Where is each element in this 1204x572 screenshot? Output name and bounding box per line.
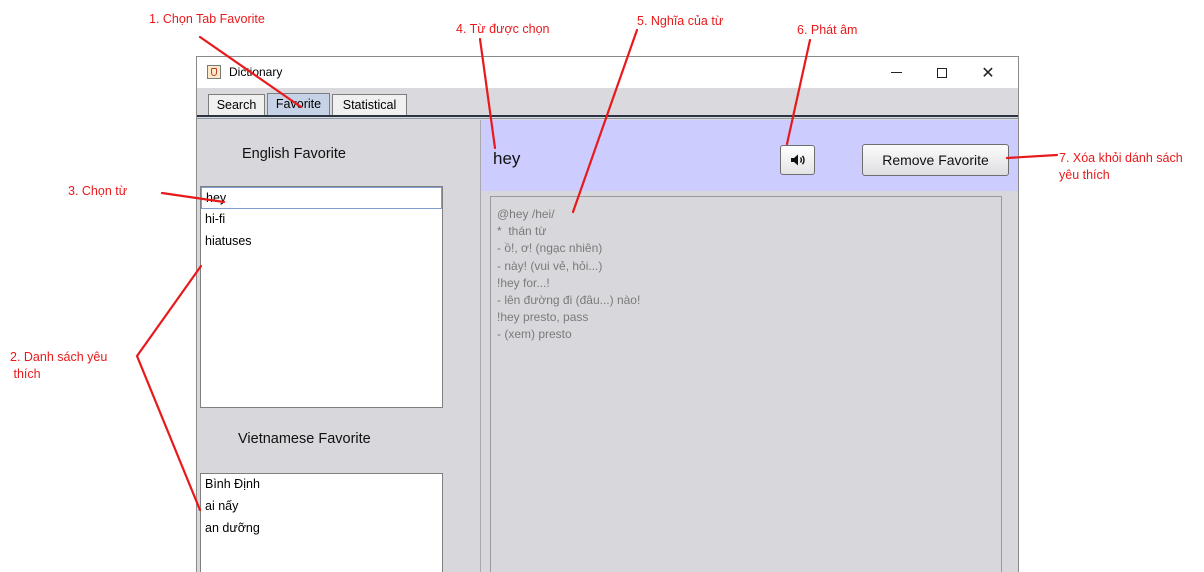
annotation-remove-favorite-line2: yêu thích	[1059, 168, 1110, 182]
annotation-selected-word: 4. Từ được chọn	[456, 22, 550, 36]
list-item[interactable]: hey	[201, 187, 442, 209]
window-title: Dictionary	[229, 65, 283, 79]
arrow-vietnamese-list	[135, 354, 202, 512]
english-favorite-list[interactable]: hey hi-fi hiatuses	[200, 186, 443, 408]
annotation-favorite-list: 2. Danh sách yêu	[10, 350, 108, 364]
arrow-english-list	[135, 264, 203, 358]
list-item[interactable]: ai nấy	[201, 496, 442, 518]
list-item[interactable]: Bình Định	[201, 474, 442, 496]
close-button[interactable]: ✕	[965, 57, 1011, 88]
list-item[interactable]: an dưỡng	[201, 518, 442, 540]
annotation-word-meaning: 5. Nghĩa của từ	[637, 14, 724, 28]
tab-search[interactable]: Search	[208, 94, 265, 115]
meaning-line: - lên đường đi (đâu...) nào!	[497, 293, 641, 308]
minimize-button[interactable]	[873, 57, 919, 88]
vietnamese-favorite-list[interactable]: Bình Định ai nấy an dưỡng	[200, 473, 443, 572]
meaning-line: - (xem) presto	[497, 327, 572, 342]
meaning-text-area[interactable]: @hey /hei/ * thán từ - ồ!, ơ! (ngạc nhiê…	[490, 196, 1002, 572]
word-detail-panel: hey Remove Favorite @hey /hei/ * thán từ…	[481, 120, 1018, 572]
title-bar: Dictionary ✕	[197, 57, 1018, 88]
close-icon: ✕	[981, 63, 995, 82]
maximize-button[interactable]	[919, 57, 965, 88]
list-item[interactable]: hi-fi	[201, 209, 442, 231]
annotation-select-word: 3. Chọn từ	[68, 184, 128, 198]
remove-favorite-button[interactable]: Remove Favorite	[862, 144, 1009, 176]
dictionary-window: Dictionary ✕ Search Favorite Statistical…	[196, 56, 1019, 572]
tab-statistical[interactable]: Statistical	[332, 94, 407, 115]
meaning-line: !hey for...!	[497, 275, 550, 290]
meaning-line: * thán từ	[497, 224, 547, 239]
pronounce-button[interactable]	[780, 145, 815, 175]
annotation-favorite-list-line2: thích	[10, 367, 41, 381]
vietnamese-favorite-heading: Vietnamese Favorite	[238, 431, 371, 447]
list-item[interactable]: hiatuses	[201, 231, 442, 253]
annotation-select-favorite-tab: 1. Chọn Tab Favorite	[149, 12, 265, 26]
word-header: hey Remove Favorite	[481, 120, 1018, 191]
meaning-line: - ồ!, ơ! (ngạc nhiên)	[497, 241, 603, 256]
favorites-panel: English Favorite hey hi-fi hiatuses Viet…	[197, 120, 480, 572]
english-favorite-heading: English Favorite	[242, 146, 346, 162]
tab-bar: Search Favorite Statistical	[197, 88, 1018, 116]
speaker-icon	[790, 154, 805, 166]
tab-favorite[interactable]: Favorite	[267, 93, 330, 116]
annotation-pronounce: 6. Phát âm	[797, 23, 858, 37]
tab-separator-inner	[197, 118, 1018, 119]
maximize-icon	[937, 67, 947, 78]
tab-separator	[197, 115, 1018, 117]
minimize-icon	[890, 72, 902, 73]
selected-word: hey	[493, 149, 521, 168]
java-app-icon	[207, 65, 221, 79]
meaning-line: @hey /hei/	[497, 207, 555, 221]
annotation-remove-favorite: 7. Xóa khỏi dánh sách	[1059, 151, 1183, 165]
meaning-line: !hey presto, pass	[497, 310, 589, 325]
meaning-line: - này! (vui vẻ, hỏi...)	[497, 258, 603, 273]
